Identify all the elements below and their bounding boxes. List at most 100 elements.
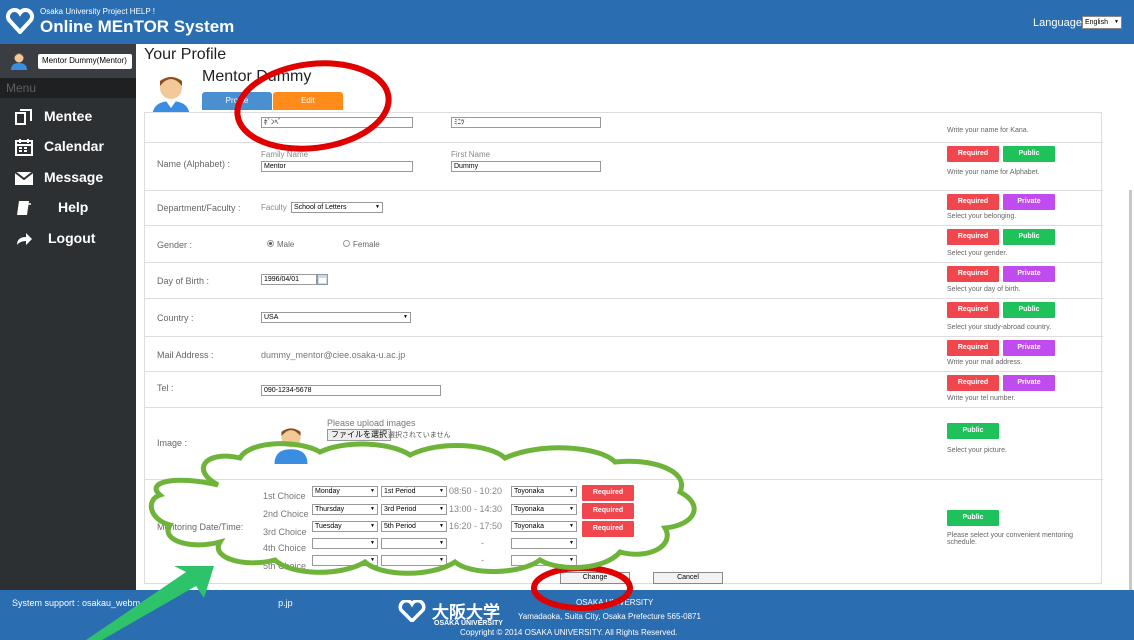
campus-select[interactable]: Toyonaka [511, 486, 577, 497]
public-toggle[interactable]: Public [947, 510, 999, 526]
period-select[interactable]: 3rd Period [381, 504, 447, 515]
sidebar-item-logout[interactable]: Logout [0, 224, 136, 254]
public-toggle[interactable]: Public [947, 423, 999, 439]
sidebar-item-message[interactable]: Message [0, 163, 136, 193]
calendar-icon [15, 139, 33, 156]
country-select[interactable]: USA [261, 312, 411, 323]
university-logo-mark [398, 600, 426, 622]
birth-input[interactable]: 1996/04/01 [261, 274, 317, 285]
choice-label: 4th Choice [263, 543, 307, 553]
sidebar-user-name[interactable]: Mentor Dummy(Mentor) [38, 54, 132, 69]
day-select[interactable] [312, 555, 378, 566]
campus-select[interactable]: Toyonaka [511, 504, 577, 515]
image-hint: Select your picture. [947, 447, 1007, 454]
male-radio[interactable] [267, 240, 274, 247]
tab-edit[interactable]: Edit [273, 92, 343, 110]
tel-input[interactable]: 090-1234-5678 [261, 385, 441, 396]
scrollbar[interactable] [1129, 190, 1132, 590]
image-label: Image : [157, 438, 188, 448]
copyright: Copyright © 2014 OSAKA UNIVERSITY. All R… [460, 628, 678, 637]
university-name-en: OSAKA UNIVERSITY [434, 620, 503, 627]
sidebar-item-label: Calendar [44, 138, 104, 154]
sidebar-item-label: Message [44, 169, 104, 185]
choice-label: 3rd Choice [263, 527, 307, 537]
change-button[interactable]: Change [560, 572, 630, 584]
schedule-hint: Please select your convenient mentoring … [947, 532, 1074, 546]
birth-label: Day of Birth : [157, 276, 210, 286]
row-gender: Gender : Male Female Required Public Sel… [145, 226, 1103, 263]
profile-form: ﾎﾞﾝﾍﾞ ﾐﾆﾂ Write your name for Kana. Name… [144, 112, 1103, 584]
day-select[interactable]: Monday [312, 486, 378, 497]
choice-label: 5th Choice [263, 561, 307, 571]
row-country: Country : USA Required Public Select you… [145, 299, 1103, 337]
image-preview-avatar [274, 428, 308, 464]
period-select[interactable]: 1st Period [381, 486, 447, 497]
female-radio[interactable] [343, 240, 350, 247]
required-badge: Required [947, 340, 999, 356]
sidebar-item-mentee[interactable]: Mentee [0, 102, 136, 132]
family-name-input[interactable]: Mentor [261, 161, 413, 172]
public-toggle[interactable]: Public [1003, 146, 1055, 162]
language-label: Language [1033, 17, 1082, 29]
kana-first-input[interactable]: ﾐﾆﾂ [451, 117, 601, 128]
menu-label: Menu [0, 78, 136, 98]
time-range: - [481, 555, 484, 565]
period-select[interactable] [381, 555, 447, 566]
app-title: Online MEnTOR System [40, 17, 235, 36]
birth-hint: Select your day of birth. [947, 286, 1021, 293]
private-toggle[interactable]: Private [1003, 375, 1055, 391]
public-toggle[interactable]: Public [1003, 302, 1055, 318]
day-select[interactable]: Thursday [312, 504, 378, 515]
required-badge: Required [582, 521, 634, 537]
day-select[interactable]: Tuesday [312, 521, 378, 532]
required-badge: Required [947, 146, 999, 162]
profile-name: Mentor Dummy [202, 68, 312, 85]
university-name-right: OSAKA UNIVERSITY [576, 598, 654, 607]
required-badge: Required [947, 229, 999, 245]
tab-profile[interactable]: Profile [202, 92, 272, 110]
row-tel: Tel : 090-1234-5678 Required Private Wri… [145, 372, 1103, 408]
time-range: 16:20 - 17:50 [449, 521, 503, 531]
period-select[interactable]: 5th Period [381, 521, 447, 532]
upload-instruction: Please upload images [327, 418, 416, 428]
footer: System support : osakau_webm p.jp 大阪大学 OS… [0, 590, 1134, 640]
file-choose-button[interactable]: ファイルを選択 [327, 429, 391, 441]
choice-label: 1st Choice [263, 491, 306, 501]
mail-label: Mail Address : [157, 350, 214, 360]
cancel-button[interactable]: Cancel [653, 572, 723, 584]
date-picker-icon[interactable] [317, 274, 328, 285]
period-select[interactable] [381, 538, 447, 549]
private-toggle[interactable]: Private [1003, 340, 1055, 356]
private-toggle[interactable]: Private [1003, 266, 1055, 282]
osaka-university-logo [6, 8, 34, 34]
page-title: Your Profile [144, 46, 227, 63]
sidebar-item-calendar[interactable]: Calendar [0, 132, 136, 162]
required-badge: Required [947, 194, 999, 210]
alphabet-label: Name (Alphabet) : [157, 159, 231, 169]
kana-hint: Write your name for Kana. [947, 127, 1029, 134]
row-name-kana: ﾎﾞﾝﾍﾞ ﾐﾆﾂ Write your name for Kana. [145, 113, 1103, 143]
avatar-icon [11, 53, 27, 70]
mentee-icon [15, 109, 32, 125]
public-toggle[interactable]: Public [1003, 229, 1055, 245]
time-range: - [481, 538, 484, 548]
campus-select[interactable]: Toyonaka [511, 521, 577, 532]
row-department: Department/Faculty : Faculty School of L… [145, 191, 1103, 226]
day-select[interactable] [312, 538, 378, 549]
envelope-icon [14, 171, 34, 185]
first-name-label: First Name [451, 150, 491, 159]
campus-select[interactable] [511, 538, 577, 549]
campus-select[interactable] [511, 555, 577, 566]
kana-family-input[interactable]: ﾎﾞﾝﾍﾞ [261, 117, 413, 128]
gender-label: Gender : [157, 240, 193, 250]
country-label: Country : [157, 313, 194, 323]
row-name-alphabet: Name (Alphabet) : Family Name First Name… [145, 143, 1103, 191]
department-hint: Select your belonging. [947, 213, 1017, 220]
faculty-select[interactable]: School of Letters [291, 202, 383, 213]
language-select[interactable]: English ▼ [1082, 16, 1122, 29]
private-toggle[interactable]: Private [1003, 194, 1055, 210]
time-range: 13:00 - 14:30 [449, 504, 503, 514]
university-address: Yamadaoka, Suita City, Osaka Prefecture … [518, 612, 701, 621]
sidebar-item-help[interactable]: Help [0, 193, 136, 223]
first-name-input[interactable]: Dummy [451, 161, 601, 172]
